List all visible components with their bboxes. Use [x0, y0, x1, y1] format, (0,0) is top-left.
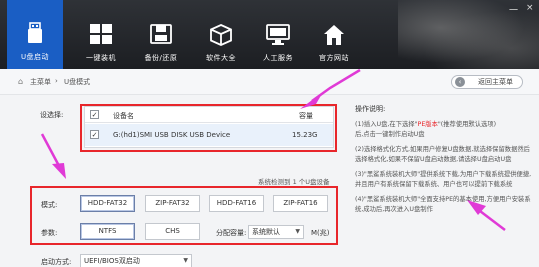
back-arrow-icon: ‹: [455, 77, 465, 87]
nav-official-site[interactable]: 官方网站: [306, 6, 362, 64]
mode-zip-fat16[interactable]: ZIP-FAT16: [273, 195, 328, 212]
nav-support[interactable]: 人工服务: [250, 6, 306, 64]
minimize-button[interactable]: 一: [509, 3, 518, 16]
nav-one-click-install[interactable]: 一键装机: [73, 6, 129, 64]
help-step-1-text-b: "(推荐使用默认选项): [437, 121, 497, 128]
nav-backup-restore[interactable]: 备份/还原: [133, 6, 189, 64]
usb-drive-icon: [28, 22, 42, 43]
back-button-label: 返回主菜单: [478, 78, 513, 86]
fs-chs[interactable]: CHS: [145, 223, 200, 240]
nav-one-click-install-label: 一键装机: [86, 54, 116, 62]
help-title: 操作说明:: [355, 105, 386, 113]
breadcrumb-current: U盘模式: [64, 78, 91, 86]
back-to-main-button[interactable]: ‹ 返回主菜单: [451, 75, 523, 89]
breadcrumb: ⌂ 主菜单 › U盘模式 ‹ 返回主菜单: [0, 69, 539, 95]
home-icon[interactable]: ⌂: [18, 77, 23, 86]
alloc-select[interactable]: 系统默认 ▼: [248, 225, 304, 239]
breadcrumb-home[interactable]: 主菜单: [30, 77, 51, 87]
help-panel: 操作说明: (1)插入U盘,在下选择"PE版本"(推荐使用默认选项) 后,点击一…: [355, 104, 533, 220]
nav-backup-restore-label: 备份/还原: [144, 54, 178, 62]
boot-mode-value: UEFI/BIOS双启动: [84, 257, 140, 265]
help-step-1: (1)插入U盘,在下选择"PE版本"(推荐使用默认选项) 后,点击一键制作启动U…: [355, 120, 533, 140]
mode-zip-fat32[interactable]: ZIP-FAT32: [145, 195, 200, 212]
mode-label: 模式:: [41, 201, 58, 209]
nav-support-label: 人工服务: [263, 54, 293, 62]
device-select-label: 设选择:: [40, 111, 64, 119]
top-navigation-bar: U盘启动 一键装机 备份/还原 软件大全 人工服务 官方网站 一 ×: [0, 0, 539, 69]
help-step-3: (3)"黑鲨系统装机大师"提供系统下载,为用户下载系统提供便捷,并且用户有系统保…: [355, 171, 532, 188]
alloc-label: 分配容量:: [216, 229, 247, 237]
nav-usb-boot[interactable]: U盘启动: [7, 0, 63, 69]
windows-icon: [90, 24, 112, 44]
headset-icon: [266, 24, 290, 45]
software-box-icon: [210, 24, 232, 46]
device-detected-status: 系统检测到 1 个U盘设备: [258, 178, 330, 186]
help-step-1-highlight: PE版本: [417, 121, 438, 128]
arrow-to-options: [40, 133, 66, 179]
help-step-2: (2)选择格式化方式,如果用户修复U盘数据,就选择保留数据然后选择格式化,如果不…: [355, 146, 530, 163]
nav-usb-boot-label: U盘启动: [20, 53, 50, 61]
home-icon: [324, 25, 344, 45]
chevron-down-icon: ▼: [183, 257, 188, 264]
help-step-1-text-a: (1)插入U盘,在下选择": [355, 121, 418, 128]
alloc-unit: M(兆): [311, 229, 330, 237]
fs-ntfs[interactable]: NTFS: [80, 223, 135, 240]
help-step-1-text-c: 后,点击一键制作启动U盘: [355, 131, 425, 138]
boot-mode-select[interactable]: UEFI/BIOS双启动 ▼: [80, 254, 192, 267]
nav-official-site-label: 官方网站: [319, 54, 349, 62]
backup-restore-icon: [150, 24, 172, 44]
breadcrumb-separator-icon: ›: [55, 77, 58, 85]
params-label: 参数:: [41, 229, 58, 237]
mode-hdd-fat16[interactable]: HDD-FAT16: [209, 195, 264, 212]
chevron-down-icon: ▼: [295, 228, 300, 235]
mode-hdd-fat32[interactable]: HDD-FAT32: [80, 195, 135, 212]
boot-mode-label: 启动方式:: [41, 258, 72, 266]
nav-software[interactable]: 软件大全: [193, 6, 249, 64]
close-button[interactable]: ×: [526, 3, 534, 13]
alloc-select-value: 系统默认: [252, 228, 280, 236]
device-highlight-box: [80, 104, 337, 152]
nav-software-label: 软件大全: [206, 54, 236, 62]
help-step-4: (4)"黑鲨系统装机大师"全面支持PE的基本使用,方便用户安装系统,成功后,再次…: [355, 196, 531, 213]
